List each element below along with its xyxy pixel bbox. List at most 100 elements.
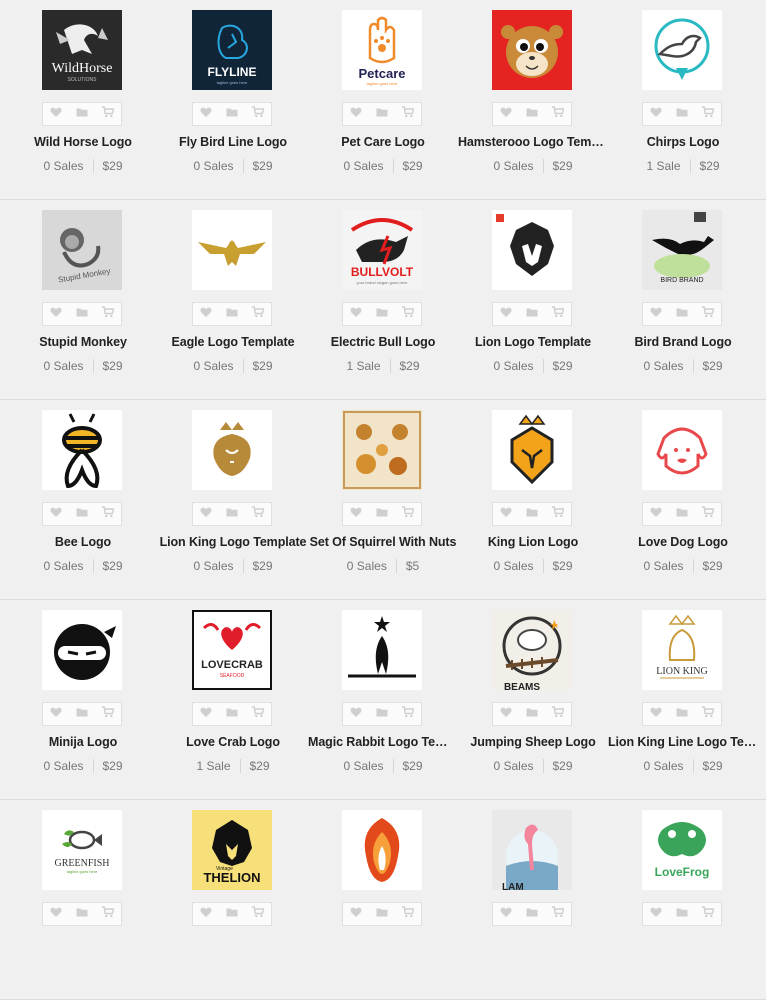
product-thumbnail[interactable]: BEAMS — [492, 610, 572, 690]
like-button[interactable] — [643, 303, 669, 325]
product-thumbnail[interactable]: WildHorse SOLUTIONS — [42, 10, 122, 90]
add-to-cart-button[interactable] — [545, 903, 571, 925]
product-thumbnail[interactable]: Stupid Monkey — [42, 210, 122, 290]
add-to-collection-button[interactable] — [519, 103, 545, 125]
add-to-cart-button[interactable] — [245, 703, 271, 725]
product-title[interactable]: Chirps Logo — [608, 135, 758, 152]
add-to-collection-button[interactable] — [219, 903, 245, 925]
add-to-collection-button[interactable] — [219, 503, 245, 525]
add-to-cart-button[interactable] — [545, 703, 571, 725]
like-button[interactable] — [343, 303, 369, 325]
add-to-cart-button[interactable] — [95, 703, 121, 725]
add-to-collection-button[interactable] — [369, 303, 395, 325]
add-to-cart-button[interactable] — [395, 303, 421, 325]
product-title[interactable]: Stupid Monkey — [8, 335, 158, 352]
product-title[interactable]: Bird Brand Logo — [608, 335, 758, 352]
add-to-collection-button[interactable] — [69, 103, 95, 125]
add-to-collection-button[interactable] — [69, 303, 95, 325]
add-to-collection-button[interactable] — [519, 503, 545, 525]
add-to-cart-button[interactable] — [695, 903, 721, 925]
add-to-collection-button[interactable] — [369, 703, 395, 725]
product-title[interactable]: Lion King Logo Template — [158, 535, 308, 552]
add-to-cart-button[interactable] — [245, 303, 271, 325]
like-button[interactable] — [43, 303, 69, 325]
product-title[interactable]: Lion King Line Logo Template — [608, 735, 758, 752]
product-thumbnail[interactable]: Petcare tagline goes here — [342, 10, 422, 90]
product-thumbnail[interactable] — [492, 410, 572, 490]
like-button[interactable] — [343, 903, 369, 925]
like-button[interactable] — [43, 103, 69, 125]
add-to-cart-button[interactable] — [395, 703, 421, 725]
like-button[interactable] — [643, 103, 669, 125]
like-button[interactable] — [193, 703, 219, 725]
like-button[interactable] — [343, 103, 369, 125]
add-to-collection-button[interactable] — [519, 903, 545, 925]
product-thumbnail[interactable] — [342, 610, 422, 690]
product-thumbnail[interactable]: BIRD BRAND — [642, 210, 722, 290]
like-button[interactable] — [193, 103, 219, 125]
add-to-cart-button[interactable] — [695, 703, 721, 725]
like-button[interactable] — [643, 903, 669, 925]
product-title[interactable]: Jumping Sheep Logo — [458, 735, 608, 752]
add-to-collection-button[interactable] — [369, 103, 395, 125]
product-title[interactable]: Set Of Squirrel With Nuts — [308, 535, 458, 552]
product-title[interactable]: Love Crab Logo — [158, 735, 308, 752]
like-button[interactable] — [343, 503, 369, 525]
like-button[interactable] — [343, 703, 369, 725]
product-title[interactable]: Love Dog Logo — [608, 535, 758, 552]
like-button[interactable] — [493, 503, 519, 525]
add-to-cart-button[interactable] — [95, 303, 121, 325]
add-to-cart-button[interactable] — [545, 303, 571, 325]
add-to-collection-button[interactable] — [69, 703, 95, 725]
product-thumbnail[interactable] — [342, 410, 422, 490]
product-thumbnail[interactable] — [642, 410, 722, 490]
like-button[interactable] — [493, 103, 519, 125]
add-to-cart-button[interactable] — [395, 503, 421, 525]
like-button[interactable] — [193, 303, 219, 325]
like-button[interactable] — [643, 703, 669, 725]
add-to-collection-button[interactable] — [219, 303, 245, 325]
product-title[interactable]: Wild Horse Logo — [8, 135, 158, 152]
product-thumbnail[interactable] — [342, 810, 422, 890]
add-to-collection-button[interactable] — [669, 703, 695, 725]
product-thumbnail[interactable]: LAM — [492, 810, 572, 890]
product-title[interactable]: Electric Bull Logo — [308, 335, 458, 352]
add-to-cart-button[interactable] — [95, 103, 121, 125]
like-button[interactable] — [493, 703, 519, 725]
add-to-cart-button[interactable] — [695, 103, 721, 125]
add-to-cart-button[interactable] — [95, 903, 121, 925]
like-button[interactable] — [193, 503, 219, 525]
add-to-cart-button[interactable] — [545, 503, 571, 525]
product-thumbnail[interactable]: BULLVOLT your brand slogan goes here — [342, 210, 422, 290]
product-thumbnail[interactable] — [492, 210, 572, 290]
product-title[interactable]: Bee Logo — [8, 535, 158, 552]
product-thumbnail[interactable]: FLYLINE tagline goes here — [192, 10, 272, 90]
add-to-collection-button[interactable] — [669, 903, 695, 925]
product-thumbnail[interactable] — [492, 10, 572, 90]
product-title[interactable]: King Lion Logo — [458, 535, 608, 552]
product-title[interactable]: Pet Care Logo — [308, 135, 458, 152]
product-title[interactable]: Minija Logo — [8, 735, 158, 752]
product-thumbnail[interactable] — [42, 610, 122, 690]
add-to-collection-button[interactable] — [669, 503, 695, 525]
product-thumbnail[interactable] — [192, 210, 272, 290]
product-title[interactable]: Fly Bird Line Logo — [158, 135, 308, 152]
product-thumbnail[interactable]: LOVECRAB SEAFOOD — [192, 610, 272, 690]
add-to-collection-button[interactable] — [669, 303, 695, 325]
add-to-collection-button[interactable] — [219, 103, 245, 125]
product-thumbnail[interactable]: LION KING — [642, 610, 722, 690]
add-to-cart-button[interactable] — [695, 503, 721, 525]
like-button[interactable] — [493, 903, 519, 925]
product-thumbnail[interactable] — [42, 410, 122, 490]
like-button[interactable] — [493, 303, 519, 325]
add-to-collection-button[interactable] — [369, 903, 395, 925]
add-to-collection-button[interactable] — [219, 703, 245, 725]
product-thumbnail[interactable]: LoveFrog — [642, 810, 722, 890]
add-to-cart-button[interactable] — [245, 503, 271, 525]
add-to-cart-button[interactable] — [695, 303, 721, 325]
like-button[interactable] — [43, 503, 69, 525]
product-title[interactable]: Hamsterooo Logo Template — [458, 135, 608, 152]
add-to-collection-button[interactable] — [69, 503, 95, 525]
add-to-cart-button[interactable] — [245, 103, 271, 125]
like-button[interactable] — [43, 703, 69, 725]
